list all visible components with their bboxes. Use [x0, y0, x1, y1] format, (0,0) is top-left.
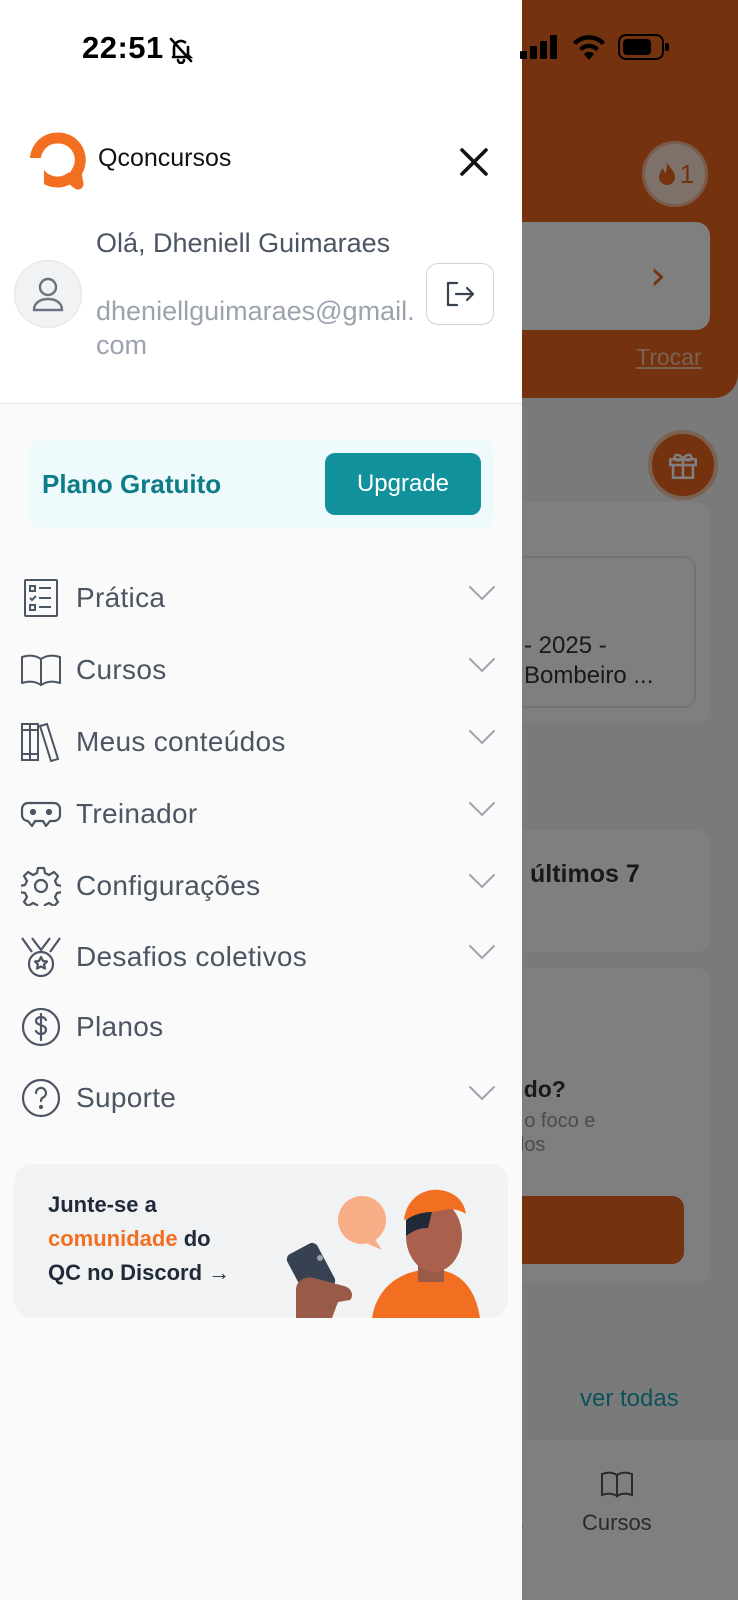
qconcursos-logo: [28, 132, 86, 190]
plan-banner: Plano Gratuito Upgrade: [28, 440, 494, 528]
logout-button[interactable]: [426, 263, 494, 325]
wifi-icon: [573, 35, 605, 60]
plan-label: Plano Gratuito: [42, 469, 222, 499]
menu-item-meus-conteudos[interactable]: Meus conteúdos: [20, 717, 498, 767]
user-greeting: Olá, Dheniell Guimaraes: [96, 228, 391, 258]
person-with-phone-illustration: [286, 1189, 480, 1318]
menu-item-desafios-coletivos[interactable]: Desafios coletivos: [20, 932, 498, 982]
bell-off-icon: [169, 37, 194, 64]
navigation-drawer: 22:51 Qconcursos Olá, Dheniell Guimaraes…: [0, 0, 522, 1600]
book-icon: [20, 649, 62, 691]
chevron-down-icon: [469, 730, 495, 745]
chevron-down-icon: [469, 586, 495, 601]
menu-item-pratica[interactable]: Prática: [20, 573, 498, 623]
upgrade-button[interactable]: Upgrade: [325, 453, 481, 515]
user-email: dheniellguimaraes@gmail.com: [96, 296, 415, 360]
chevron-down-icon: [469, 874, 495, 889]
discord-highlight: comunidade: [48, 1226, 178, 1251]
chevron-down-icon: [469, 945, 495, 960]
library-icon: [20, 721, 62, 763]
menu-item-treinador[interactable]: Treinador: [20, 789, 498, 839]
menu-item-suporte[interactable]: Suporte: [20, 1073, 498, 1123]
help-icon: [20, 1077, 62, 1119]
battery-icon: [618, 34, 669, 60]
discord-community-card[interactable]: Junte-se a comunidade do QC no Discord →: [14, 1164, 508, 1318]
menu-label: Cursos: [76, 654, 167, 685]
logout-icon: [446, 281, 475, 307]
cellular-signal-icon: [520, 35, 557, 59]
menu-label: Suporte: [76, 1082, 177, 1113]
discord-line1: Junte-se a: [48, 1192, 157, 1217]
medal-icon: [20, 936, 62, 978]
user-icon: [32, 277, 64, 312]
menu-label: Planos: [76, 1011, 164, 1042]
checklist-icon: [20, 577, 62, 619]
menu-label: Desafios coletivos: [76, 941, 308, 972]
brand-name: Qconcursos: [98, 144, 232, 172]
menu-label: Treinador: [76, 798, 198, 829]
menu-item-cursos[interactable]: Cursos: [20, 645, 498, 695]
game-controller-icon: [20, 793, 62, 835]
chevron-down-icon: [469, 658, 495, 673]
discord-text: Junte-se a comunidade do QC no Discord →: [48, 1188, 230, 1290]
menu-item-configuracoes[interactable]: Configurações: [20, 861, 498, 911]
menu-item-planos[interactable]: Planos: [20, 1002, 498, 1052]
discord-line3: QC no Discord →: [48, 1260, 231, 1285]
close-icon: [460, 148, 488, 176]
chevron-down-icon: [469, 802, 495, 817]
discord-after-highlight: do: [177, 1226, 211, 1251]
discord-line2: comunidade do: [48, 1222, 230, 1256]
dollar-icon: [20, 1006, 62, 1048]
status-bar-right: [520, 34, 670, 60]
close-button[interactable]: [452, 140, 496, 184]
menu-label: Meus conteúdos: [76, 726, 286, 757]
avatar: [14, 260, 82, 328]
menu-label: Configurações: [76, 870, 261, 901]
chevron-down-icon: [469, 1086, 495, 1101]
gear-icon: [20, 865, 62, 907]
menu-label: Prática: [76, 582, 166, 613]
status-time: 22:51: [82, 30, 164, 65]
